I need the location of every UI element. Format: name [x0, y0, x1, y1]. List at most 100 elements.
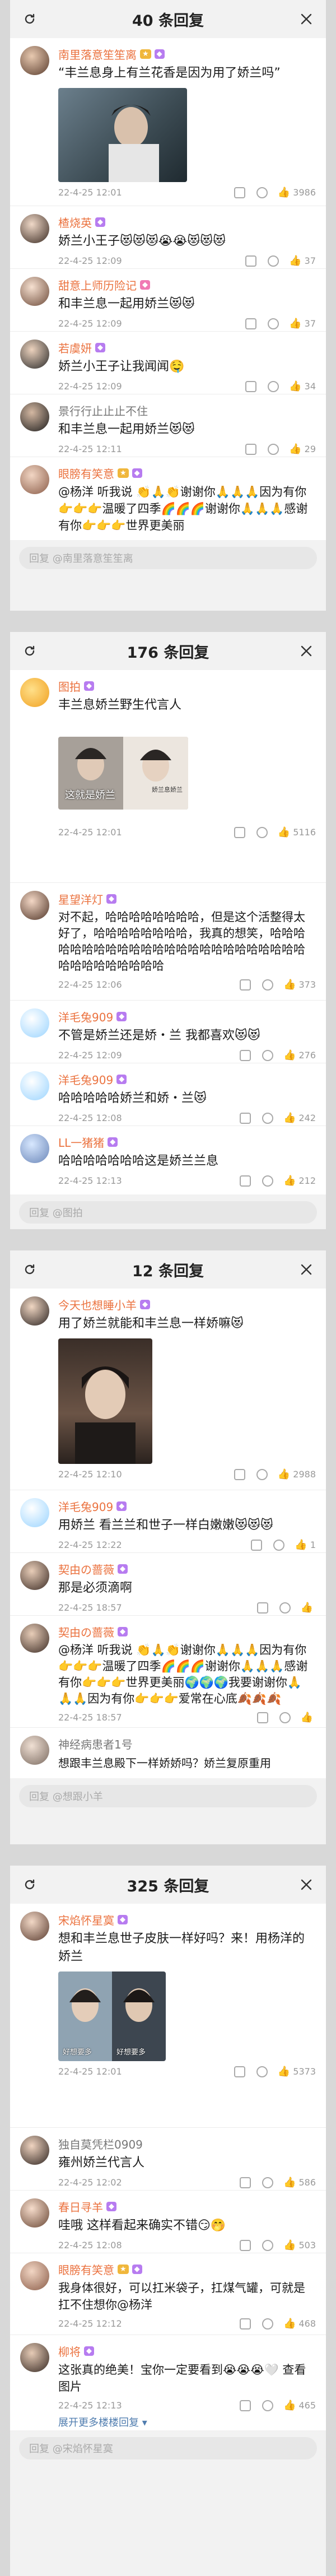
like-button[interactable]: 👍 5116 [278, 826, 316, 838]
share-icon[interactable] [240, 2177, 251, 2188]
share-icon[interactable] [256, 1602, 268, 1614]
username[interactable]: 春日寻羊 [58, 2198, 103, 2215]
avatar[interactable] [20, 1624, 49, 1653]
avatar[interactable] [20, 46, 49, 75]
username[interactable]: 宋焰怀星寞 [58, 1912, 114, 1928]
like-button[interactable]: 👍 37 [289, 255, 316, 267]
comment-icon[interactable] [268, 380, 279, 392]
share-icon[interactable] [234, 2066, 245, 2077]
username[interactable]: 星望洋灯 [58, 891, 103, 907]
close-icon[interactable] [299, 1877, 314, 1892]
comment-item[interactable]: 今天也想睡小羊 ◆ 用了娇兰就能和丰兰息一样娇嘛😻 22-4-25 12:10 👍 2… [10, 1289, 326, 1490]
close-icon[interactable] [299, 12, 314, 26]
comment-item[interactable]: 独自莫凭栏0909 雍州娇兰代言人 22-4-25 12:02 👍 586 [10, 2128, 326, 2191]
username[interactable]: 洋毛兔909 [58, 1008, 113, 1025]
avatar[interactable] [20, 214, 49, 243]
username[interactable]: 洋毛兔909 [58, 1498, 113, 1514]
comment-icon[interactable] [262, 2177, 274, 2188]
avatar[interactable] [20, 1008, 49, 1038]
comment-icon[interactable] [268, 443, 279, 455]
avatar[interactable] [20, 1912, 49, 1941]
comment-icon[interactable] [262, 1175, 274, 1187]
username[interactable]: 图拍 [58, 678, 81, 694]
close-icon[interactable] [299, 644, 314, 658]
expand-replies-link[interactable]: 展开更多楼楼回复 ▾ [58, 2415, 316, 2429]
like-button[interactable]: 👍 37 [289, 318, 316, 329]
share-icon[interactable] [240, 2318, 251, 2329]
refresh-icon[interactable] [22, 1262, 37, 1277]
like-button[interactable]: 👍 29 [289, 443, 316, 455]
share-icon[interactable] [240, 2239, 251, 2251]
share-icon[interactable] [234, 826, 245, 838]
comment-item[interactable]: 星望洋灯 ◆ 对不起，哈哈哈哈哈哈哈哈，但是这个活整得太好了，哈哈哈哈哈哈哈哈，我… [10, 883, 326, 1001]
username[interactable]: 神经病患者1号 [58, 1736, 133, 1752]
like-button[interactable]: 👍 586 [283, 2177, 316, 2188]
username[interactable]: 独自莫凭栏0909 [58, 2136, 143, 2152]
avatar[interactable] [20, 1296, 49, 1326]
refresh-icon[interactable] [22, 1877, 37, 1892]
comment-item[interactable]: 契由の蔷薇 ◆ 那是必须滴啊 22-4-25 18:57 👍 [10, 1553, 326, 1616]
share-icon[interactable] [256, 1712, 268, 1723]
share-icon[interactable] [251, 1539, 263, 1551]
username[interactable]: 洋毛兔909 [58, 1071, 113, 1087]
username[interactable]: 景行行止止止不住 [58, 402, 148, 419]
avatar[interactable] [20, 1736, 49, 1765]
comment-item[interactable]: 洋毛兔909 ◆ 用娇兰 看兰兰和世子一样白嫩嫩😻😻😻 22-4-25 12:22… [10, 1490, 326, 1553]
comment-icon[interactable] [262, 2400, 274, 2411]
username[interactable]: 甜意上师历险记 [58, 277, 137, 293]
share-icon[interactable] [240, 979, 251, 991]
refresh-icon[interactable] [22, 12, 37, 26]
avatar[interactable] [20, 1498, 49, 1527]
comment-item[interactable]: 景行行止止止不住 和丰兰息一起用娇兰😻😻 22-4-25 12:11 👍 29 [10, 394, 326, 457]
share-icon[interactable] [245, 255, 257, 267]
like-button[interactable]: 👍 [301, 1602, 316, 1614]
comment-item[interactable]: 洋毛兔909 ◆ 不管是娇兰还是娇・兰 我都喜欢😻😻 22-4-25 12:09 👍… [10, 1001, 326, 1063]
username[interactable]: 眼膀有笑意 [58, 465, 114, 481]
comment-item[interactable]: 神经病患者1号 想跟丰兰息殿下一样娇娇吗？娇兰复原重用 [10, 1728, 326, 1778]
like-button[interactable]: 👍 373 [283, 979, 316, 991]
comment-icon[interactable] [273, 1539, 285, 1551]
comment-icon[interactable] [256, 2066, 268, 2077]
comment-item[interactable]: 眼膀有笑意 ★ ◆ @杨洋 听我说 👏🙏👏谢谢你🙏🙏🙏因为有你👉👉👉温暖了四季🌈🌈🌈… [10, 457, 326, 540]
like-button[interactable]: 👍 503 [283, 2239, 316, 2251]
share-icon[interactable] [240, 2400, 251, 2411]
comment-icon[interactable] [268, 318, 279, 329]
reply-input[interactable]: 回复 @想跟小羊 [19, 1785, 317, 1807]
comment-icon[interactable] [279, 1712, 291, 1723]
comment-item[interactable]: 春日寻羊 ◆ 哇哦 这样看起来确实不错😏🤭 22-4-25 12:08 👍 503 [10, 2191, 326, 2253]
share-icon[interactable] [245, 318, 257, 329]
comment-icon[interactable] [262, 2239, 274, 2251]
comment-image[interactable]: 好想要多 好想要多 [58, 1971, 166, 2061]
share-icon[interactable] [245, 443, 257, 455]
avatar[interactable] [20, 1134, 49, 1163]
avatar[interactable] [20, 891, 49, 920]
like-button[interactable]: 👍 276 [283, 1049, 316, 1061]
comment-icon[interactable] [262, 1112, 274, 1124]
username[interactable]: 楂烧英 [58, 214, 92, 230]
comment-icon[interactable] [256, 1468, 268, 1480]
close-icon[interactable] [299, 1262, 314, 1277]
like-button[interactable]: 👍 [301, 1712, 316, 1723]
reply-input[interactable]: 回复 @宋焰怀星寞 [19, 2437, 317, 2459]
comment-icon[interactable] [279, 1602, 291, 1614]
comment-icon[interactable] [268, 255, 279, 267]
avatar[interactable] [20, 277, 49, 306]
comment-icon[interactable] [262, 2318, 274, 2329]
like-button[interactable]: 👍 1 [295, 1539, 316, 1551]
avatar[interactable] [20, 2198, 49, 2228]
avatar[interactable] [20, 402, 49, 431]
share-icon[interactable] [245, 380, 257, 392]
like-button[interactable]: 👍 242 [283, 1112, 316, 1124]
share-icon[interactable] [234, 1468, 245, 1480]
comment-item[interactable]: 图拍 ◆ 丰兰息娇兰野生代言人 这就是娇兰 娇兰息娇兰 22-4-25 12:01… [10, 670, 326, 883]
avatar[interactable] [20, 2261, 49, 2290]
like-button[interactable]: 👍 34 [289, 380, 316, 392]
comment-item[interactable]: 洋毛兔909 ◆ 哈哈哈哈哈娇兰和娇・兰😻 22-4-25 12:08 👍 242 [10, 1063, 326, 1126]
comment-icon[interactable] [256, 187, 268, 198]
share-icon[interactable] [240, 1049, 251, 1061]
avatar[interactable] [20, 678, 49, 707]
avatar[interactable] [20, 1071, 49, 1100]
comment-item[interactable]: 柳将 ◆ 这张真的绝美！宝你一定要看到😭😭😭🤍 查看图片 22-4-25 12:1… [10, 2335, 326, 2430]
avatar[interactable] [20, 465, 49, 494]
avatar[interactable] [20, 2343, 49, 2372]
